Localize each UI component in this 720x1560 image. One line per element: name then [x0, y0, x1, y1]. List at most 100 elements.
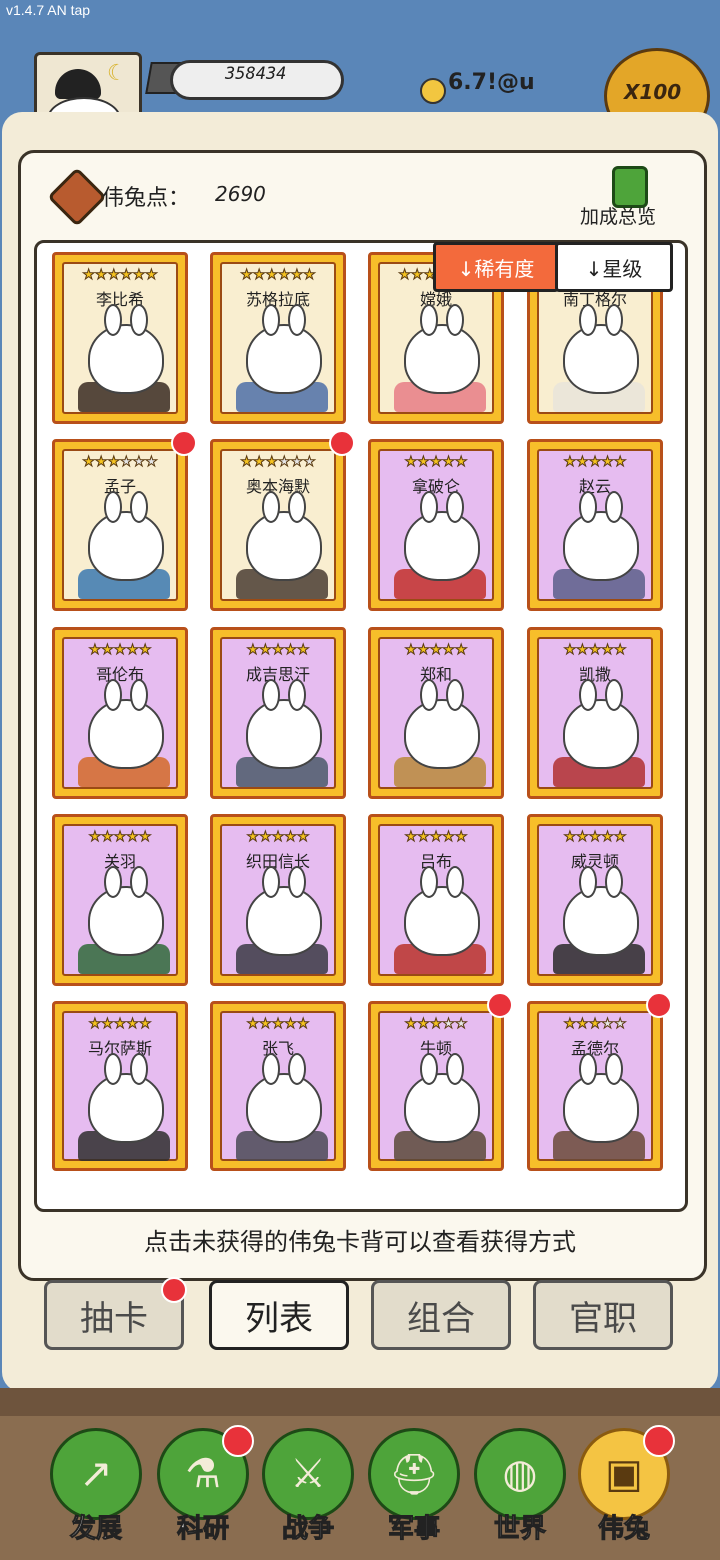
hero-card[interactable]: ★★★★★ 郑和: [368, 627, 504, 799]
star-filled-icon: ★: [563, 829, 577, 845]
star-rating: ★★★★★★: [64, 454, 176, 470]
hero-card[interactable]: ★★★★★ 关羽: [52, 814, 188, 986]
hero-card[interactable]: ★★★★★ 吕布: [368, 814, 504, 986]
star-empty-icon: ★: [145, 454, 159, 470]
card-portrait-area: ★★★★★ 成吉思汗: [220, 637, 336, 789]
nav-button[interactable]: ↗: [50, 1428, 142, 1520]
nav-label: 科研: [176, 1514, 229, 1545]
star-filled-icon: ★: [259, 642, 273, 658]
hero-card[interactable]: ★★★★★ 马尔萨斯: [52, 1001, 188, 1171]
star-rating: ★★★★★: [539, 1016, 651, 1032]
star-filled-icon: ★: [107, 454, 121, 470]
multiplier-label: X100: [624, 80, 682, 104]
star-filled-icon: ★: [563, 1016, 577, 1032]
bunny-card-icon: ▣: [605, 1451, 643, 1497]
hero-card[interactable]: ★★★★★ 牛顿: [368, 992, 513, 1171]
bonus-overview-button[interactable]: 加成总览: [580, 202, 656, 229]
hero-card[interactable]: ★★★★★ 张飞: [210, 1001, 346, 1171]
star-rating: ★★★★★★: [222, 267, 334, 283]
star-rating: ★★★★★: [380, 829, 492, 845]
hero-card[interactable]: ★★★★★ 威灵顿: [527, 814, 663, 986]
hero-card[interactable]: ★★★★★★ 李比希: [52, 252, 188, 424]
notification-badge: [222, 1425, 254, 1457]
tab-draw[interactable]: 抽卡: [44, 1277, 187, 1350]
hero-card[interactable]: ★★★★★ 哥伦布: [52, 627, 188, 799]
nav-button[interactable]: ⚗: [157, 1425, 254, 1520]
card-portrait-area: ★★★★★★ 李比希: [62, 262, 178, 414]
star-filled-icon: ★: [576, 642, 590, 658]
bunny-ear: [605, 1053, 623, 1085]
star-filled-icon: ★: [138, 1016, 152, 1032]
star-filled-icon: ★: [454, 829, 468, 845]
star-filled-icon: ★: [88, 642, 102, 658]
card-name: 郑和: [419, 665, 452, 684]
nav-label: 战争: [281, 1514, 334, 1545]
card-name: 奥本海默: [245, 477, 310, 496]
avatar-hat-icon: [55, 69, 101, 99]
hero-card[interactable]: ★★★★★★ 苏格拉底: [210, 252, 346, 424]
nav-button[interactable]: ▣: [578, 1425, 675, 1520]
bunny-ear: [104, 679, 122, 711]
tab-rank[interactable]: 官职: [533, 1280, 673, 1350]
hero-card[interactable]: ★★★★★ 拿破仑: [368, 439, 504, 611]
hero-card[interactable]: ★★★★★ 赵云: [527, 439, 663, 611]
hint-text: 点击未获得的伟兔卡背可以查看获得方式: [144, 1228, 576, 1256]
tab-label: 列表: [245, 1298, 313, 1339]
star-filled-icon: ★: [101, 642, 115, 658]
star-filled-icon: ★: [613, 454, 627, 470]
star-rating: ★★★★★: [222, 830, 334, 845]
crossed-swords-icon: ⚔: [290, 1451, 326, 1497]
star-empty-icon: ★: [303, 454, 317, 470]
card-portrait-area: ★★★★★ 拿破仑: [378, 449, 494, 601]
points-value: 2690: [215, 182, 266, 206]
bunny-ear: [420, 866, 438, 898]
hero-card[interactable]: ★★★★★ 成吉思汗: [210, 627, 346, 799]
card-name: 吕布: [419, 852, 452, 871]
hero-card[interactable]: ★★★★★★ 孟子: [52, 430, 197, 611]
star-empty-icon: ★: [613, 1016, 627, 1032]
bunny-ear: [104, 491, 122, 523]
sort-by-rarity-button[interactable]: ↓稀有度: [433, 242, 559, 292]
app-version: v1.4.7 AN tap: [6, 2, 91, 18]
nav-button[interactable]: ⚔: [262, 1428, 354, 1520]
nav-button[interactable]: ⛑: [368, 1428, 460, 1520]
card-name: 哥伦布: [95, 665, 144, 684]
star-rating: ★★★★★: [64, 642, 176, 658]
star-filled-icon: ★: [303, 267, 317, 283]
bunny-ear: [262, 491, 280, 523]
bunny-ear: [262, 679, 280, 711]
nav-button[interactable]: ◍: [474, 1428, 566, 1520]
nav-label: 军事: [387, 1514, 440, 1545]
growth-arrow-icon: ↗: [79, 1451, 113, 1497]
tab-list[interactable]: 列表: [209, 1280, 349, 1350]
bunny-ear: [288, 866, 306, 898]
star-filled-icon: ★: [613, 829, 627, 845]
star-filled-icon: ★: [588, 642, 602, 658]
bunny-ear: [420, 1053, 438, 1085]
card-name: 凯撒: [578, 665, 611, 684]
bunny-character-icon: [563, 1053, 639, 1143]
star-filled-icon: ★: [442, 454, 456, 470]
star-rating: ★★★★★: [222, 1017, 334, 1032]
new-badge: [329, 430, 355, 456]
bunny-character-icon: [88, 304, 164, 394]
bunny-ear: [262, 1053, 280, 1085]
bunny-character-icon: [404, 866, 480, 956]
star-filled-icon: ★: [296, 642, 310, 658]
notification-badge: [161, 1277, 187, 1303]
card-name: 威灵顿: [570, 852, 619, 871]
sort-by-star-button[interactable]: ↓星级: [555, 242, 673, 292]
hero-card[interactable]: ★★★★★ 凯撒: [527, 627, 663, 799]
hero-card[interactable]: ★★★★★ 孟德尔: [527, 992, 672, 1171]
hero-card[interactable]: ★★★★★★ 奥本海默: [210, 430, 355, 611]
flask-icon: ⚗: [185, 1451, 221, 1497]
bunny-ear: [446, 679, 464, 711]
tab-combo[interactable]: 组合: [371, 1280, 511, 1350]
bunny-ear: [605, 491, 623, 523]
nav-label: 世界: [493, 1514, 546, 1545]
hero-card[interactable]: ★★★★★ 织田信长: [210, 814, 346, 986]
bottom-nav-edge: [0, 1388, 720, 1416]
star-filled-icon: ★: [613, 642, 627, 658]
bunny-ear: [420, 491, 438, 523]
bunny-ear: [130, 491, 148, 523]
